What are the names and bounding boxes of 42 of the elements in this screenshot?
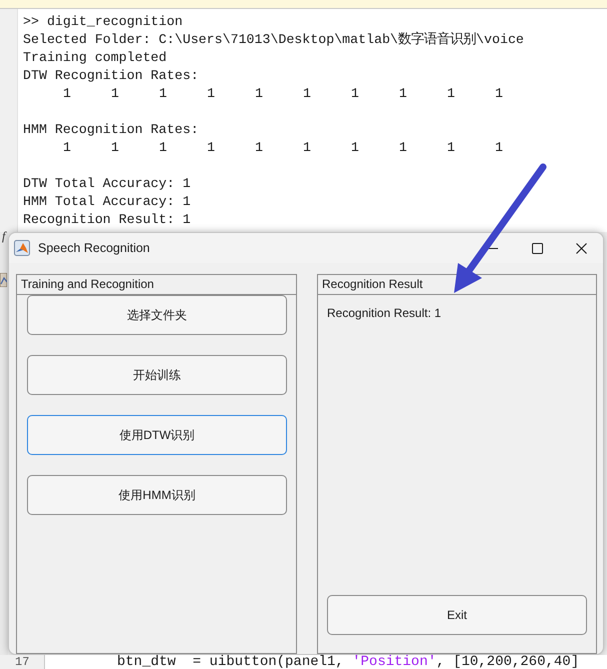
result-label: Recognition Result: 1 (327, 306, 442, 320)
rate-value: 1 (447, 85, 455, 103)
line-number: 17 (0, 655, 45, 669)
push-button[interactable]: 选择文件夹 (27, 295, 287, 335)
rate-value: 1 (495, 139, 503, 157)
console-output: Selected Folder: C:\Users\71013\Desktop\matlab\数字语音识别\voice (23, 31, 524, 49)
rate-value: 1 (255, 139, 263, 157)
console-output: HMM Total Accuracy: 1 (23, 193, 191, 211)
rate-value: 1 (159, 85, 167, 103)
rate-value: 1 (111, 85, 119, 103)
push-button[interactable]: 使用DTW识别 (27, 415, 287, 455)
app-icon (14, 240, 30, 256)
rate-value: 1 (207, 85, 215, 103)
rate-value: 1 (447, 139, 455, 157)
push-button[interactable]: 开始训练 (27, 355, 287, 395)
maximize-icon (532, 242, 542, 254)
rate-value: 1 (303, 85, 311, 103)
rate-value: 1 (159, 139, 167, 157)
rate-value: 1 (399, 85, 407, 103)
console-output: HMM Recognition Rates: (23, 121, 199, 139)
rate-value: 1 (399, 139, 407, 157)
rate-value: 1 (351, 139, 359, 157)
push-button[interactable]: 使用HMM识别 (27, 475, 287, 515)
console-output: DTW Total Accuracy: 1 (23, 175, 191, 193)
rate-value: 1 (63, 139, 71, 157)
rate-value: 1 (303, 139, 311, 157)
rate-value: 1 (63, 85, 71, 103)
console-output: Training completed (23, 49, 167, 67)
console-output: DTW Recognition Rates: (23, 67, 199, 85)
rate-value: 1 (495, 85, 503, 103)
rate-value: 1 (207, 139, 215, 157)
toolbar-icon (0, 273, 7, 287)
push-button[interactable]: Exit (327, 595, 587, 635)
close-icon (576, 242, 586, 254)
rate-value: 1 (351, 85, 359, 103)
function-button[interactable]: f (2, 230, 6, 243)
rate-value: 1 (255, 85, 263, 103)
code-line: btn_dtw = uibutton(panel1, 'Position', [10,200,260,40] (117, 655, 580, 669)
window-title: Speech Recognition (38, 240, 150, 257)
console-command: >> digit_recognition (23, 13, 183, 31)
console-output: Recognition Result: 1 (23, 211, 191, 229)
rate-value: 1 (111, 139, 119, 157)
